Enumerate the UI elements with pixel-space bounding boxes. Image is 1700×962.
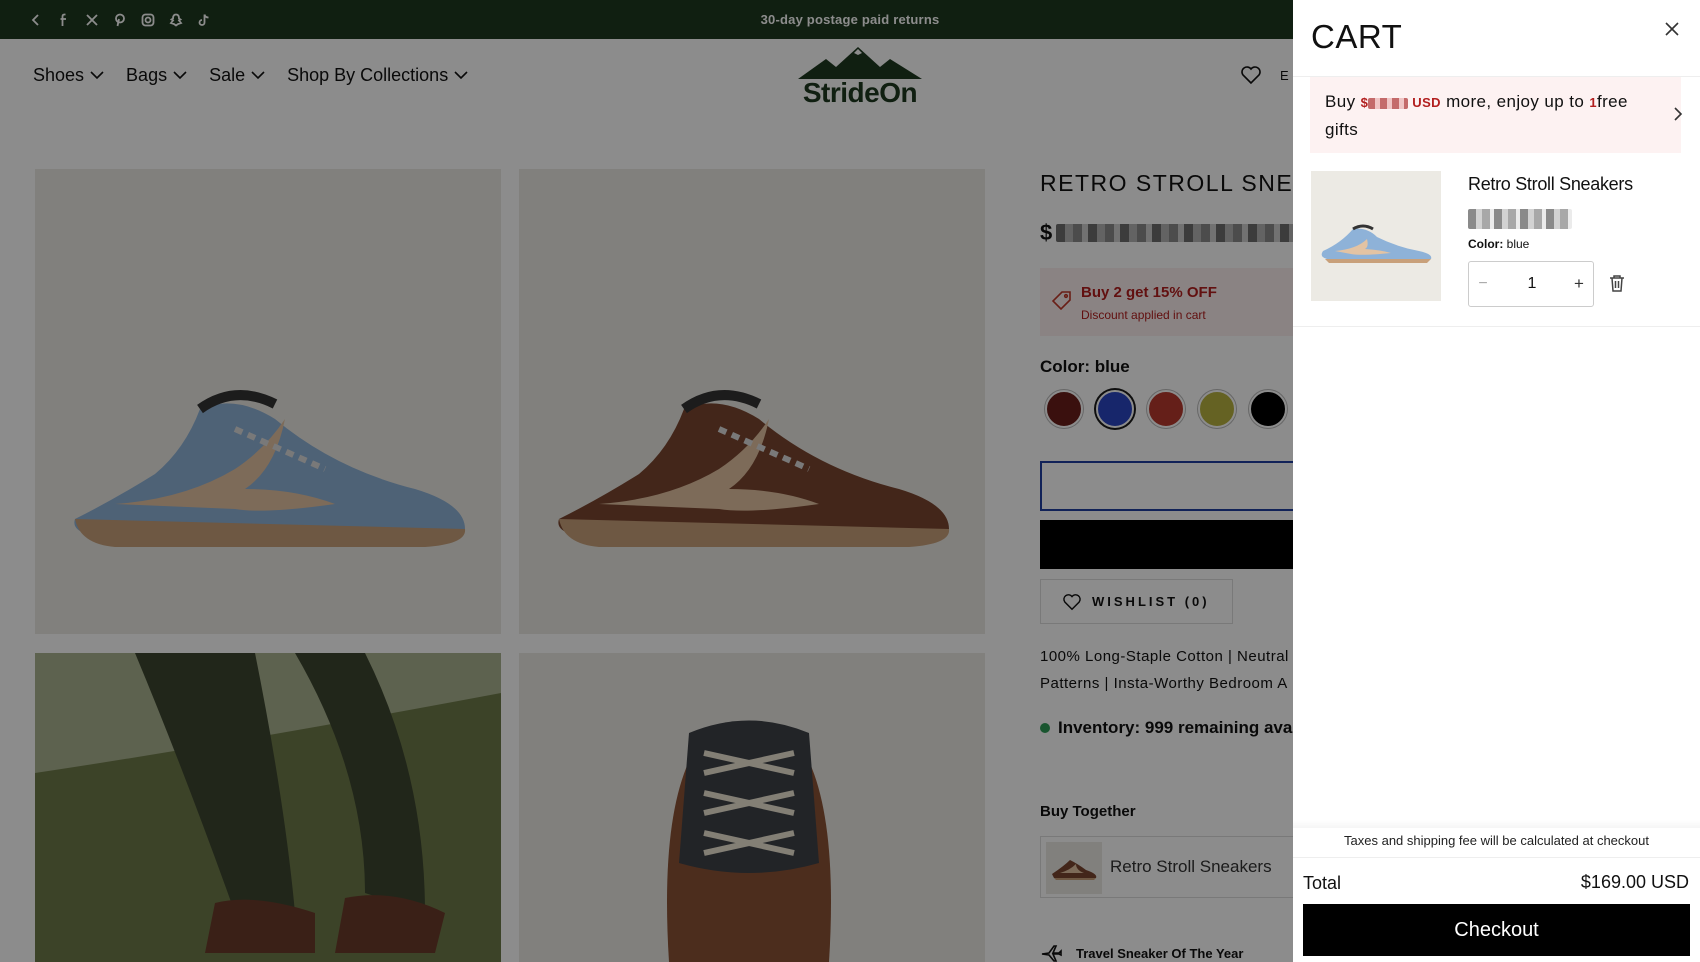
total-value: $169.00 USD	[1580, 872, 1689, 892]
gift-amount-blurred	[1368, 98, 1409, 110]
cart-item-image[interactable]	[1311, 171, 1441, 301]
free-gift-text: Buy $ USD more, enjoy up to 1free gifts	[1325, 88, 1645, 143]
cart-item-price	[1468, 209, 1572, 234]
taxes-note: Taxes and shipping fee will be calculate…	[1344, 833, 1649, 848]
cart-drawer: CART Buy $ USD more, enjoy up to 1free g…	[1293, 0, 1700, 962]
drawer-backdrop[interactable]	[0, 0, 1293, 962]
footer-shadow	[1293, 820, 1700, 828]
quantity-input[interactable]: 1	[1509, 262, 1555, 306]
gift-buy-label: Buy	[1325, 92, 1356, 111]
sneaker-blue-thumbnail	[1311, 171, 1441, 301]
chevron-right-icon	[1673, 106, 1683, 122]
variant-value: blue	[1506, 237, 1530, 251]
trash-icon[interactable]	[1609, 274, 1625, 292]
quantity-stepper: − 1 +	[1468, 261, 1594, 307]
gift-amount: $ USD	[1361, 95, 1441, 110]
price-blurred	[1468, 209, 1572, 229]
cart-item-name[interactable]: Retro Stroll Sneakers	[1468, 174, 1633, 195]
gift-count: 1	[1589, 95, 1597, 110]
total-label: Total	[1303, 873, 1342, 893]
checkout-button[interactable]: Checkout	[1303, 904, 1690, 956]
decrease-quantity-button[interactable]: −	[1469, 262, 1497, 306]
gift-amount-prefix: $	[1360, 95, 1369, 110]
increase-quantity-button[interactable]: +	[1565, 262, 1593, 306]
cart-title: CART	[1311, 18, 1403, 55]
gift-mid-label: more, enjoy up to	[1446, 92, 1585, 111]
gift-amount-currency: USD	[1412, 95, 1441, 110]
cart-item-variant: Color: blue	[1468, 237, 1529, 251]
close-icon[interactable]	[1665, 22, 1685, 42]
divider	[1293, 857, 1700, 858]
variant-label: Color:	[1468, 237, 1504, 251]
divider	[1293, 326, 1700, 327]
free-gift-progress[interactable]: Buy $ USD more, enjoy up to 1free gifts	[1310, 77, 1683, 153]
